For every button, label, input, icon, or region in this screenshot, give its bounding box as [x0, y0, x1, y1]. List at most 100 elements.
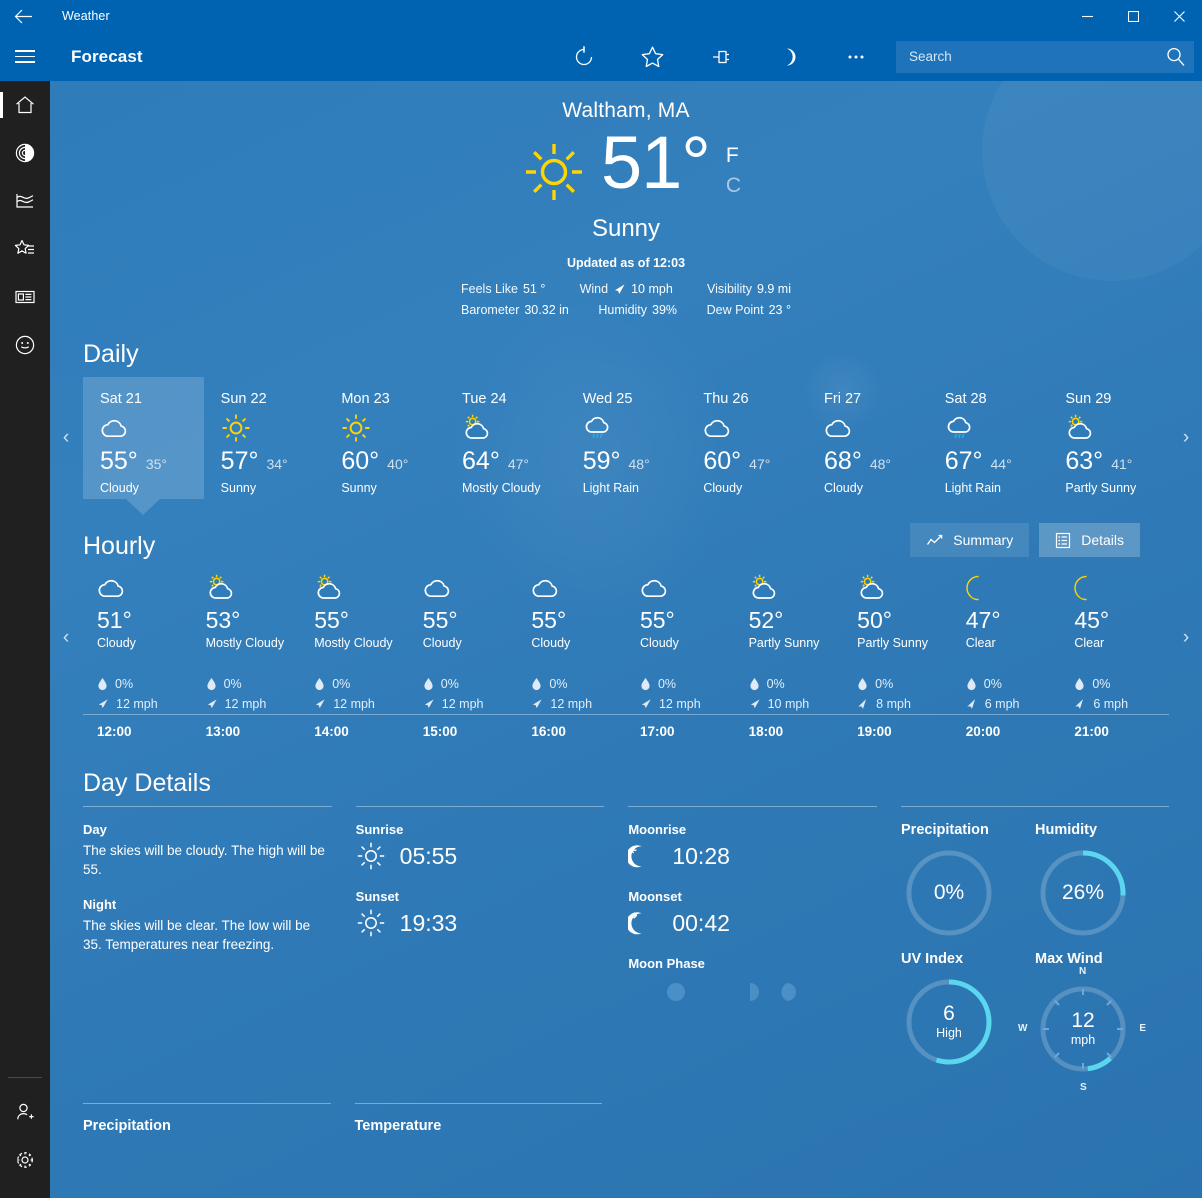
hourly-precipitation-value: 0% [440, 677, 459, 691]
sunrise-value: 05:55 [399, 842, 458, 869]
pin-button[interactable] [686, 32, 754, 81]
daily-next-button[interactable]: › [1172, 377, 1200, 499]
moonset-block: Moonset 00:42 [628, 889, 877, 938]
wind-arrow-icon [967, 699, 975, 709]
rail-bottom-group [0, 1077, 50, 1198]
minimize-button[interactable] [1064, 0, 1110, 32]
daily-forecast-card[interactable]: Wed 25 59° 48° Light Rain [566, 377, 687, 499]
hourly-time-label: 12:00 [97, 724, 132, 739]
partly-sunny-icon [317, 574, 341, 599]
moon-phase-icon [713, 983, 723, 1001]
daily-day-name: Fri 27 [824, 391, 862, 407]
moon-phase-item[interactable] [702, 981, 724, 1003]
maximize-button[interactable] [1110, 0, 1156, 32]
navigation-menu-button[interactable] [0, 32, 50, 81]
hourly-wind: 6 mph [1074, 694, 1169, 714]
daily-day-name: Mon 23 [341, 391, 390, 407]
details-button[interactable]: Details [1039, 523, 1140, 557]
daily-forecast-card[interactable]: Sun 22 57° 34° Sunny [204, 377, 325, 499]
daily-forecast-card[interactable]: Mon 23 60° 40° Sunny [324, 377, 445, 499]
sidebar-item-forecast[interactable] [0, 81, 50, 129]
hourly-forecast-card[interactable]: 45° Clear 0% 6 mph [1060, 571, 1169, 714]
hourly-wind: 12 mph [206, 694, 301, 714]
hourly-forecast-card[interactable]: 50° Partly Sunny 0% 8 mph [843, 571, 952, 714]
gauge-subvalue: mph [1070, 1033, 1096, 1048]
smiley-icon [15, 335, 35, 355]
hourly-forecast-card[interactable]: 47° Clear 0% 6 mph [952, 571, 1061, 714]
daily-forecast-card[interactable]: Sun 29 63° 41° Partly Sunny [1048, 377, 1169, 499]
sidebar-item-settings[interactable] [0, 1136, 50, 1184]
precipitation-drop-icon [749, 678, 759, 691]
sidebar-item-maps[interactable] [0, 129, 50, 177]
more-options-button[interactable] [822, 32, 890, 81]
hourly-precipitation: 0% [640, 674, 735, 694]
search-input[interactable] [896, 49, 1156, 64]
daily-low: 47° [749, 456, 771, 472]
hourly-forecast-card[interactable]: 55° Cloudy 0% 12 mph [626, 571, 735, 714]
daily-forecast-card[interactable]: Fri 27 68° 48° Cloudy [807, 377, 928, 499]
daily-forecast-card[interactable]: Sat 28 67° 44° Light Rain [928, 377, 1049, 499]
partly-sunny-icon [465, 414, 489, 439]
hourly-forecast-card[interactable]: 53° Mostly Cloudy 0% 12 mph [192, 571, 301, 714]
details-button-label: Details [1081, 532, 1124, 548]
hourly-precipitation: 0% [97, 674, 192, 694]
app-title: Weather [62, 9, 110, 23]
close-button[interactable] [1156, 0, 1202, 32]
hourly-forecast-card[interactable]: 55° Mostly Cloudy 0% 12 mph [300, 571, 409, 714]
moon-phase-item[interactable] [665, 981, 687, 1003]
sidebar-item-historical-weather[interactable] [0, 177, 50, 225]
daily-high: 57° [220, 447, 259, 475]
daily-high: 67° [944, 447, 983, 475]
moon-phase-item[interactable] [776, 981, 798, 1003]
refresh-button[interactable] [550, 32, 618, 81]
precipitation-gauge: Precipitation 0% [901, 822, 1035, 941]
sidebar-item-account[interactable] [0, 1088, 50, 1136]
unit-fahrenheit[interactable]: F [726, 141, 741, 171]
cloudy-icon [424, 579, 450, 598]
hourly-prev-button[interactable]: ‹ [52, 571, 80, 705]
humidity-gauge: Humidity 26% [1035, 822, 1169, 941]
night-mode-button[interactable] [754, 32, 822, 81]
daily-heading: Daily [83, 340, 139, 368]
summary-button[interactable]: Summary [910, 523, 1030, 557]
metric-barometer: Barometer 30.32 in [461, 300, 569, 321]
cloudy-icon [532, 579, 558, 598]
sidebar-item-send-feedback[interactable] [0, 321, 50, 369]
search-button[interactable] [1156, 41, 1194, 73]
hourly-forecast-card[interactable]: 55° Cloudy 0% 12 mph [409, 571, 518, 714]
moonset-value: 00:42 [672, 909, 730, 936]
daily-forecast-card[interactable]: Tue 24 64° 47° Mostly Cloudy [445, 377, 566, 499]
news-icon [15, 290, 35, 304]
favorite-button[interactable] [618, 32, 686, 81]
unit-celsius[interactable]: C [726, 171, 741, 201]
column-rule [628, 806, 878, 807]
moon-column: Moonrise 10:28 Moonset 00:42 Moon Phase [628, 806, 901, 1087]
daily-prev-button[interactable]: ‹ [52, 377, 80, 499]
hourly-precipitation: 0% [531, 674, 626, 694]
daily-forecast-card[interactable]: Thu 26 60° 47° Cloudy [686, 377, 807, 499]
sidebar-item-news[interactable] [0, 273, 50, 321]
hourly-forecast-card[interactable]: 55° Cloudy 0% 12 mph [517, 571, 626, 714]
moon-phase-item[interactable] [628, 981, 650, 1003]
hourly-temperature: 50° [857, 607, 892, 633]
moonrise-label: Moonrise [628, 822, 687, 837]
hourly-wind-value: 12 mph [333, 697, 375, 711]
search-box[interactable] [896, 40, 1194, 73]
moon-phase-item[interactable] [739, 981, 761, 1003]
hourly-forecast-card[interactable]: 52° Partly Sunny 0% 10 mph [735, 571, 844, 714]
wind-arrow-icon [98, 699, 108, 709]
unit-toggle[interactable]: F C [726, 141, 741, 202]
moon-phase-icon [667, 983, 686, 1001]
hourly-next-button[interactable]: › [1172, 571, 1200, 705]
current-temperature-value: 51 [600, 121, 682, 204]
sun-column: Sunrise 05:55 Sunset 19:33 [355, 806, 629, 1087]
hourly-weather-icon [206, 571, 301, 605]
sidebar-item-favorites[interactable] [0, 225, 50, 273]
daily-temps: 60° 40° [341, 447, 445, 476]
moonset-label: Moonset [628, 889, 682, 904]
wind-arrow-icon [424, 699, 434, 709]
daily-forecast-card[interactable]: Sat 21 55° 35° Cloudy [83, 377, 204, 499]
back-button[interactable] [0, 0, 46, 32]
hourly-forecast-card[interactable]: 51° Cloudy 0% 12 mph [83, 571, 192, 714]
gauge-ring: 26% [1035, 845, 1131, 941]
